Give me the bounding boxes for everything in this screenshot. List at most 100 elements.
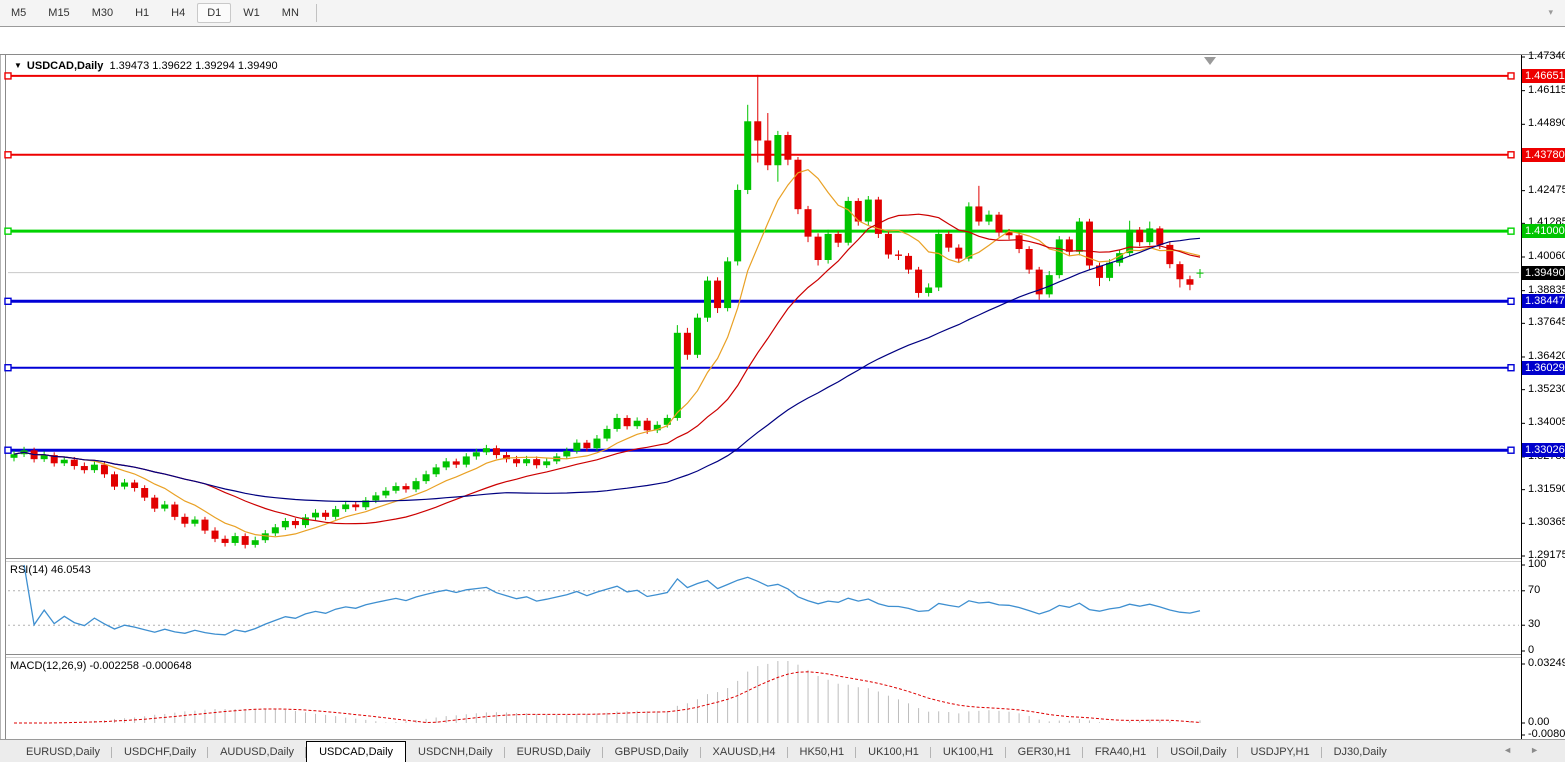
chart-tab-usdchf-daily-1[interactable]: USDCHF,Daily (112, 743, 208, 762)
chart-tab-fra40-h1-12[interactable]: FRA40,H1 (1083, 743, 1158, 762)
timeframe-button-m5[interactable]: M5 (1, 3, 36, 23)
candle-body-117 (1186, 279, 1193, 284)
trading-platform-window: M5M15M30H1H4D1W1MN ▾ ▼ USDCAD,Daily 1.394… (0, 0, 1565, 762)
level-endpoint-marker-right-1[interactable] (1508, 152, 1514, 158)
candle-body-37 (382, 491, 389, 496)
timeframe-button-mn[interactable]: MN (272, 3, 309, 23)
price-axis-badge-1.41000[interactable]: 1.41000 (1522, 224, 1565, 238)
candle-body-16 (171, 504, 178, 516)
symbol-dropdown-icon[interactable]: ▼ (14, 61, 22, 70)
candle-body-58 (593, 439, 600, 449)
candle-body-17 (181, 517, 188, 524)
price-axis-badge-1.46651[interactable]: 1.46651 (1522, 69, 1565, 83)
timeframe-button-h1[interactable]: H1 (125, 3, 159, 23)
tab-scroll-left-icon[interactable]: ◄ (1503, 745, 1530, 755)
chart-window: ▼ USDCAD,Daily 1.39473 1.39622 1.39294 1.… (0, 27, 1565, 738)
chart-tab-dj30-daily-15[interactable]: DJ30,Daily (1322, 743, 1399, 762)
level-endpoint-marker-right-3[interactable] (1508, 298, 1514, 304)
candle-body-12 (131, 483, 138, 488)
candle-body-36 (372, 495, 379, 500)
chart-symbol-label: USDCAD,Daily (27, 60, 103, 72)
candle-body-26 (272, 527, 279, 533)
level-endpoint-marker-left-0[interactable] (5, 73, 11, 79)
candle-body-92 (935, 234, 942, 288)
chart-tabs: EURUSD,DailyUSDCHF,DailyAUDUSD,DailyUSDC… (14, 741, 1399, 762)
level-endpoint-marker-right-5[interactable] (1508, 447, 1514, 453)
candle-body-50 (513, 459, 520, 463)
chart-tab-ger30-h1-11[interactable]: GER30,H1 (1006, 743, 1083, 762)
candle-body-27 (282, 521, 289, 527)
level-endpoint-marker-right-0[interactable] (1508, 73, 1514, 79)
price-tick-label-1.37645: 1.37645 (1528, 316, 1565, 328)
timeframe-button-d1[interactable]: D1 (197, 3, 231, 23)
timeframe-button-w1[interactable]: W1 (233, 3, 270, 23)
chart-canvas[interactable] (0, 27, 1565, 762)
chart-tab-usoil-daily-13[interactable]: USOil,Daily (1158, 743, 1238, 762)
price-tick-label-1.35230: 1.35230 (1528, 383, 1565, 395)
chart-tab-eurusd-daily-0[interactable]: EURUSD,Daily (14, 743, 112, 762)
timeframe-button-m30[interactable]: M30 (82, 3, 123, 23)
candle-body-59 (604, 429, 611, 439)
candle-body-112 (1136, 230, 1143, 242)
candle-body-52 (533, 459, 540, 465)
candle-body-15 (161, 504, 168, 508)
candle-body-109 (1106, 263, 1113, 278)
candle-body-70 (714, 281, 721, 308)
candle-body-46 (473, 452, 480, 456)
rsi-tick-label-70: 70 (1528, 584, 1540, 596)
tab-scroll-right-icon[interactable]: ► (1530, 745, 1557, 755)
candle-body-47 (483, 448, 490, 452)
chart-tab-uk100-h1-10[interactable]: UK100,H1 (931, 743, 1006, 762)
candle-body-68 (694, 318, 701, 355)
chart-tab-audusd-daily-2[interactable]: AUDUSD,Daily (208, 743, 306, 762)
chart-tab-hk50-h1-8[interactable]: HK50,H1 (788, 743, 857, 762)
candle-body-34 (352, 504, 359, 507)
chart-tab-usdcnh-daily-4[interactable]: USDCNH,Daily (406, 743, 505, 762)
candle-body-44 (453, 461, 460, 464)
price-axis-badge-1.33026[interactable]: 1.33026 (1522, 443, 1565, 457)
candle-body-69 (704, 281, 711, 318)
candle-body-25 (262, 533, 269, 540)
timeframe-button-m15[interactable]: M15 (38, 3, 79, 23)
candle-body-9 (101, 465, 108, 475)
candle-body-97 (985, 215, 992, 222)
candle-body-10 (111, 474, 118, 486)
chart-tab-usdcad-daily-3[interactable]: USDCAD,Daily (306, 741, 406, 762)
candle-body-39 (402, 486, 409, 489)
candle-body-114 (1156, 228, 1163, 244)
candle-body-40 (413, 481, 420, 489)
macd-tick-label-0.032493: 0.032493 (1528, 657, 1565, 669)
chart-tab-xauusd-h4-7[interactable]: XAUUSD,H4 (701, 743, 788, 762)
rsi-tick-label-100: 100 (1528, 558, 1546, 570)
rsi-tick-label-0: 0 (1528, 644, 1534, 656)
candle-body-76 (774, 135, 781, 165)
timeframe-button-h4[interactable]: H4 (161, 3, 195, 23)
chart-ohlc-values: 1.39473 1.39622 1.39294 1.39490 (109, 60, 277, 72)
candle-body-78 (794, 160, 801, 209)
level-endpoint-marker-left-2[interactable] (5, 228, 11, 234)
candle-body-71 (724, 261, 731, 308)
level-endpoint-marker-left-1[interactable] (5, 152, 11, 158)
level-endpoint-marker-left-5[interactable] (5, 447, 11, 453)
candle-body-104 (1056, 239, 1063, 275)
candle-body-24 (252, 540, 259, 545)
timeframe-button-group: M5M15M30H1H4D1W1MN (0, 3, 310, 23)
chart-tab-usdjpy-h1-14[interactable]: USDJPY,H1 (1238, 743, 1321, 762)
candle-body-20 (212, 531, 219, 539)
chart-shift-marker-icon[interactable] (1204, 57, 1216, 65)
price-axis-badge-1.36029[interactable]: 1.36029 (1522, 361, 1565, 375)
price-axis-badge-1.38447[interactable]: 1.38447 (1522, 294, 1565, 308)
chart-tab-eurusd-daily-5[interactable]: EURUSD,Daily (505, 743, 603, 762)
level-endpoint-marker-left-4[interactable] (5, 365, 11, 371)
candle-body-89 (905, 256, 912, 270)
toolbar-overflow-icon[interactable]: ▾ (1548, 7, 1553, 18)
chart-tab-uk100-h1-9[interactable]: UK100,H1 (856, 743, 931, 762)
toolbar-divider (316, 4, 317, 22)
level-endpoint-marker-right-4[interactable] (1508, 365, 1514, 371)
level-endpoint-marker-right-2[interactable] (1508, 228, 1514, 234)
candle-body-101 (1026, 249, 1033, 270)
chart-tab-gbpusd-daily-6[interactable]: GBPUSD,Daily (603, 743, 701, 762)
price-axis-badge-1.43780[interactable]: 1.43780 (1522, 148, 1565, 162)
level-endpoint-marker-left-3[interactable] (5, 298, 11, 304)
price-tick-label-1.34005: 1.34005 (1528, 416, 1565, 428)
